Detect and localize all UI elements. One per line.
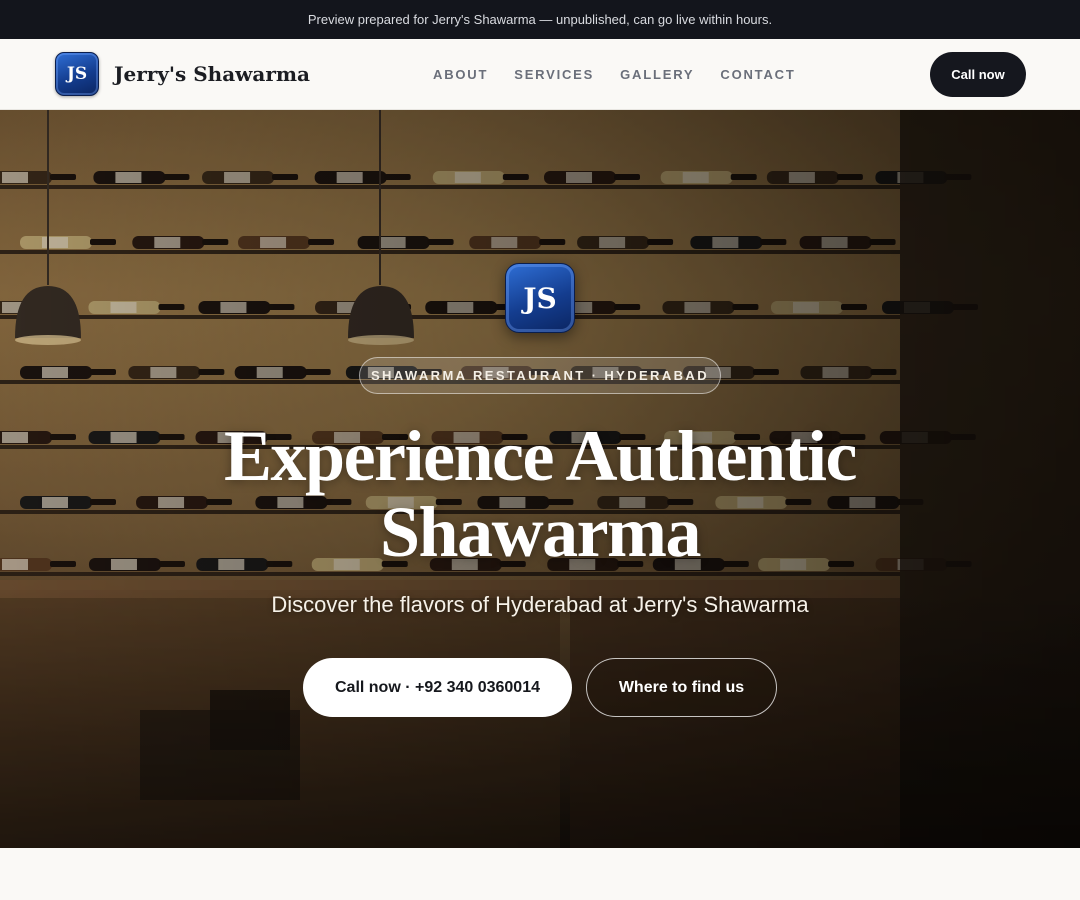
brand-logo-initials: JS: [66, 64, 88, 84]
nav-services[interactable]: SERVICES: [514, 67, 594, 82]
nav-gallery[interactable]: GALLERY: [620, 67, 694, 82]
category-badge: SHAWARMA RESTAURANT · HYDERABAD: [359, 357, 721, 394]
brand-home-link[interactable]: JS Jerry's Shawarma: [55, 52, 310, 96]
brand-logo: JS: [55, 52, 99, 96]
main-nav: ABOUT SERVICES GALLERY CONTACT: [433, 39, 796, 109]
preview-banner-text: Preview prepared for Jerry's Shawarma — …: [307, 12, 773, 27]
call-now-button[interactable]: Call now · +92 340 0360014: [303, 658, 572, 717]
preview-banner: Preview prepared for Jerry's Shawarma — …: [0, 0, 1080, 39]
hero-logo-initials: JS: [523, 281, 557, 315]
hero-title: Experience Authentic Shawarma: [224, 416, 857, 572]
where-to-find-us-button[interactable]: Where to find us: [586, 658, 777, 717]
nav-contact[interactable]: CONTACT: [720, 67, 795, 82]
hero-logo: JS: [505, 263, 575, 333]
brand-name: Jerry's Shawarma: [114, 62, 311, 86]
header-call-button[interactable]: Call now: [930, 52, 1026, 97]
site-header: JS Jerry's Shawarma ABOUT SERVICES GALLE…: [0, 39, 1080, 110]
hero-section: JS SHAWARMA RESTAURANT · HYDERABAD Exper…: [0, 110, 1080, 848]
hero-subtitle: Discover the flavors of Hyderabad at Jer…: [271, 592, 809, 617]
nav-about[interactable]: ABOUT: [433, 67, 488, 82]
